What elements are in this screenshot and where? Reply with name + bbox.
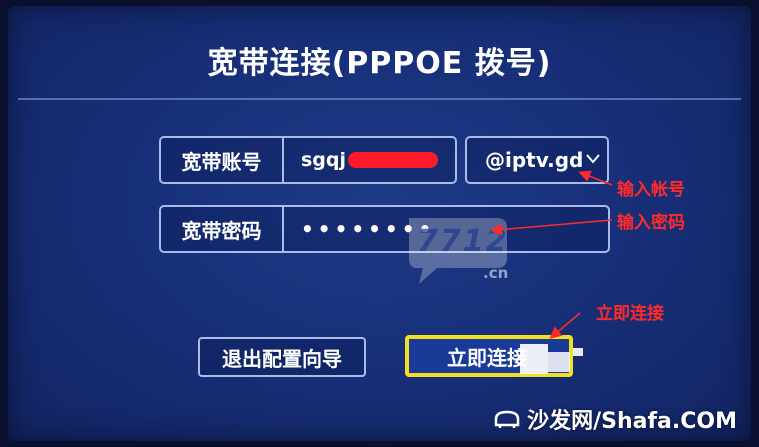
bottom-watermark: 沙发网/Shafa.COM: [493, 403, 737, 435]
annotation-enter-account: 输入帐号: [617, 180, 685, 200]
annotation-connect-now: 立即连接: [596, 304, 664, 324]
tv-screen: 宽带连接(PPPOE 拨号) 宽带账号 sgqj @iptv.gd 宽带密码 •…: [8, 6, 751, 441]
annotation-enter-password: 输入密码: [617, 213, 685, 233]
sofa-logo-icon: [493, 407, 521, 431]
bottom-logo-text: 沙发网/Shafa.COM: [527, 409, 737, 434]
